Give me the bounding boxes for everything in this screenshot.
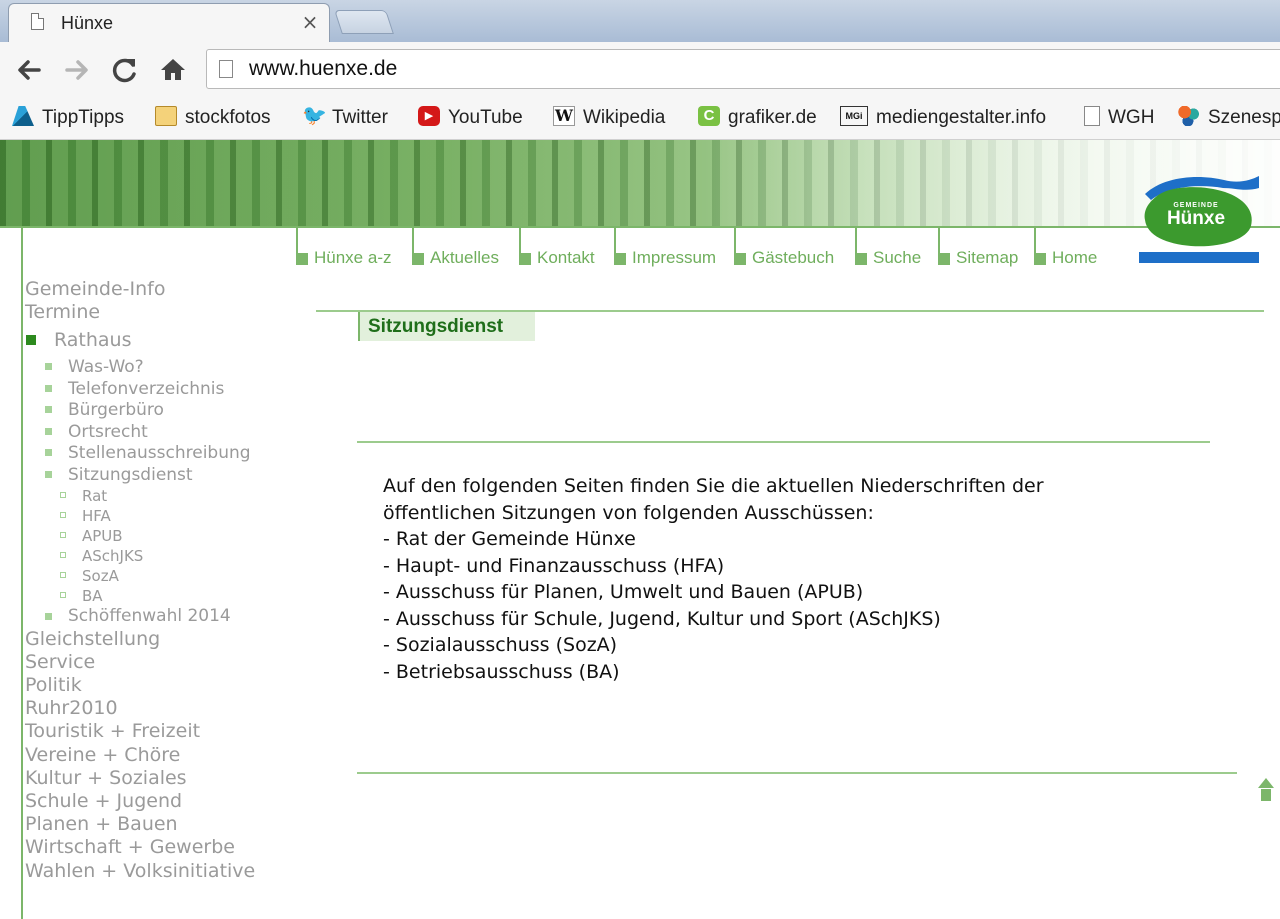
content-divider: [357, 772, 1237, 774]
leftnav-politik[interactable]: Politik: [25, 674, 82, 696]
folder-icon: [155, 105, 177, 126]
home-icon: [161, 59, 185, 80]
leftnav-was-wo[interactable]: Was-Wo?: [68, 357, 144, 377]
content-line: Auf den folgenden Seiten finden Sie die …: [383, 475, 1044, 497]
bookmark-wikipedia[interactable]: W Wikipedia: [553, 104, 665, 132]
toolbar: www.huenxe.de: [0, 42, 1280, 98]
page-title: Sitzungsdienst: [368, 316, 504, 337]
content-line: - Ausschuss für Planen, Umwelt und Bauen…: [383, 581, 864, 603]
leftnav-hfa[interactable]: HFA: [82, 507, 111, 525]
leftnav-schoeffenwahl[interactable]: Schöffenwahl 2014: [68, 606, 231, 626]
content-line: - Sozialausschuss (SozA): [383, 634, 618, 656]
leftnav-vereine[interactable]: Vereine + Chöre: [25, 744, 180, 766]
content-line: - Betriebsausschuss (BA): [383, 660, 620, 683]
content-line: öffentlichen Sitzungen von folgenden Aus…: [383, 501, 874, 524]
bullet-square-icon: [45, 449, 52, 456]
leftnav-termine[interactable]: Termine: [25, 301, 100, 323]
mgi-icon: MGi: [840, 105, 868, 126]
bullet-square-icon: [60, 512, 66, 518]
leftnav-rathaus[interactable]: Rathaus: [54, 329, 132, 351]
bullet-square-icon: [45, 406, 52, 413]
back-button[interactable]: [12, 53, 46, 87]
page-title-box: Sitzungsdienst: [358, 312, 535, 341]
bullet-square-icon: [26, 335, 36, 345]
url-text[interactable]: www.huenxe.de: [249, 57, 397, 81]
leftnav-sitzungsdienst[interactable]: Sitzungsdienst: [68, 465, 193, 485]
leftnav-gemeinde-info[interactable]: Gemeinde-Info: [25, 278, 166, 300]
bullet-square-icon: [45, 613, 52, 620]
bullet-square-icon: [60, 572, 66, 578]
tipptipps-icon: [12, 105, 34, 126]
leftnav-buergerbuero[interactable]: Bürgerbüro: [68, 400, 164, 420]
left-divider: [21, 228, 23, 919]
page-icon: [31, 13, 44, 30]
twitter-icon: 🐦: [302, 104, 327, 127]
reload-button[interactable]: [108, 53, 142, 87]
tab-strip: Hünxe ×: [0, 0, 1280, 42]
tab-title: Hünxe: [61, 13, 114, 33]
leftnav-ba[interactable]: BA: [82, 587, 103, 605]
bullet-square-icon: [60, 492, 66, 498]
content-text: Auf den folgenden Seiten finden Sie die …: [383, 473, 1044, 685]
reload-icon: [112, 58, 136, 83]
youtube-icon: ▶: [418, 105, 440, 126]
header-divider: [0, 226, 1280, 228]
bullet-square-icon: [60, 532, 66, 538]
bullet-square-icon: [60, 592, 66, 598]
bullet-square-icon: [60, 552, 66, 558]
home-button[interactable]: [156, 53, 190, 87]
leftnav-kultur[interactable]: Kultur + Soziales: [25, 767, 187, 789]
leftnav-wirtschaft[interactable]: Wirtschaft + Gewerbe: [25, 836, 235, 858]
bullet-square-icon: [45, 363, 52, 370]
leftnav-touristik[interactable]: Touristik + Freizeit: [25, 720, 200, 742]
logo-text: GEMEINDE Hünxe: [1166, 202, 1226, 229]
leftnav-rat[interactable]: Rat: [82, 487, 107, 505]
page-icon: [1084, 105, 1100, 126]
grafiker-icon: C: [698, 105, 720, 126]
arrow-right-icon: [65, 60, 88, 80]
leftnav-gleichstellung[interactable]: Gleichstellung: [25, 628, 160, 650]
szene-icon: [1178, 105, 1200, 126]
bookmark-szenesp[interactable]: Szenesp: [1178, 104, 1280, 132]
leftnav-apub[interactable]: APUB: [82, 527, 123, 545]
scroll-to-top-icon[interactable]: [1258, 778, 1274, 802]
bookmark-tipptipps[interactable]: TippTipps: [12, 104, 124, 132]
content-line: - Haupt- und Finanzausschuss (HFA): [383, 554, 725, 577]
leftnav-planen[interactable]: Planen + Bauen: [25, 813, 178, 835]
leftnav-aschjks[interactable]: ASchJKS: [82, 547, 143, 565]
site-header-banner: [0, 140, 1280, 227]
content-line: - Rat der Gemeinde Hünxe: [383, 528, 636, 550]
new-tab-button[interactable]: [334, 10, 394, 34]
bookmark-stockfotos[interactable]: stockfotos: [155, 104, 271, 132]
leftnav-stellenausschreibung[interactable]: Stellenausschreibung: [68, 443, 251, 463]
bookmarks-bar: TippTipps stockfotos 🐦 Twitter ▶ YouTube W…: [0, 98, 1280, 140]
leftnav-ortsrecht[interactable]: Ortsrecht: [68, 422, 148, 442]
arrow-left-icon: [18, 60, 41, 80]
address-bar[interactable]: www.huenxe.de: [206, 49, 1280, 89]
tab-active[interactable]: Hünxe ×: [8, 3, 330, 42]
bullet-square-icon: [45, 471, 52, 478]
bullet-square-icon: [45, 385, 52, 392]
leftnav-ruhr2010[interactable]: Ruhr2010: [25, 697, 118, 719]
leftnav-wahlen[interactable]: Wahlen + Volksinitiative: [25, 860, 255, 882]
page-icon: [219, 60, 233, 78]
bookmark-grafiker[interactable]: Cgrafiker.de: [698, 104, 817, 132]
leftnav-service[interactable]: Service: [25, 651, 95, 673]
browser-chrome: Hünxe × www.huenxe.de TippTipps stockfot…: [0, 0, 1280, 140]
leftnav-telefonverzeichnis[interactable]: Telefonverzeichnis: [68, 379, 224, 399]
wikipedia-icon: W: [553, 105, 575, 126]
leftnav-schule[interactable]: Schule + Jugend: [25, 790, 182, 812]
bookmark-youtube[interactable]: ▶ YouTube: [418, 104, 523, 132]
bookmark-twitter[interactable]: 🐦 Twitter: [302, 104, 388, 132]
content-divider: [357, 441, 1210, 443]
bookmark-wgh[interactable]: WGH: [1084, 104, 1154, 132]
close-icon[interactable]: ×: [299, 10, 321, 34]
bullet-square-icon: [45, 428, 52, 435]
content-line: - Ausschuss für Schule, Jugend, Kultur u…: [383, 607, 941, 630]
leftnav-soza[interactable]: SozA: [82, 567, 119, 585]
bookmark-mediengestalter[interactable]: MGi mediengestalter.info: [840, 104, 1046, 132]
forward-button[interactable]: [60, 53, 94, 87]
